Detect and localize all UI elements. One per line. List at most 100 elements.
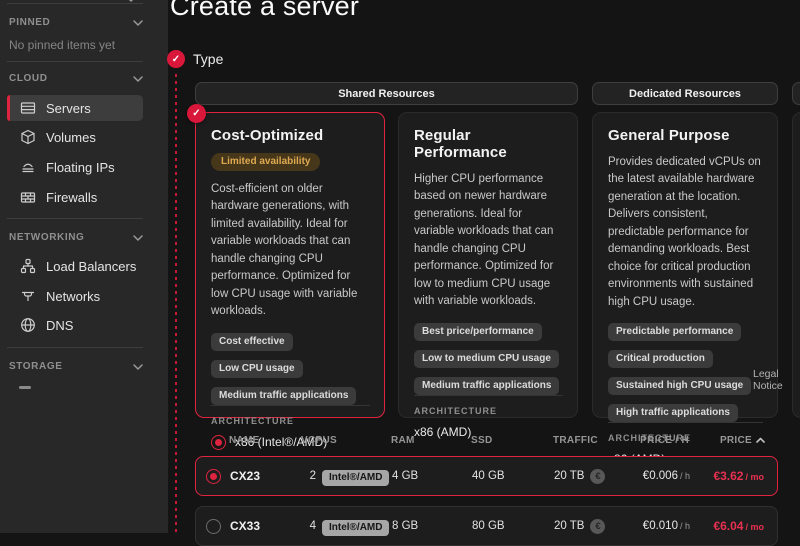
divider (7, 218, 143, 219)
check-icon: ✓ (187, 104, 206, 123)
card-tags: Predictable performance Critical product… (608, 323, 763, 422)
tab-label: Shared Resources (338, 88, 435, 100)
sidebar-section-storage[interactable]: STORAGE (9, 361, 143, 372)
column-header-price-h[interactable]: PRICE / H (623, 435, 695, 446)
tag: High traffic applications (608, 404, 738, 422)
firewall-icon (20, 189, 36, 205)
column-header-name[interactable]: NAME (229, 435, 291, 446)
chevron-down-icon (133, 76, 143, 82)
sidebar-item-label: Volumes (46, 130, 96, 145)
tab-label: Dedicated Resources (629, 88, 741, 100)
plan-row-cx33[interactable]: CX33 4 Intel®/AMD 8 GB 80 GB 20 TB € €0.… (195, 506, 778, 546)
network-icon (20, 288, 36, 304)
tag: Low CPU usage (211, 360, 303, 378)
column-header-price[interactable]: PRICE (695, 435, 778, 446)
plan-ssd: 80 GB (472, 520, 552, 532)
card-title: General Purpose (608, 127, 763, 144)
tag: Critical production (608, 350, 713, 368)
plan-traffic: 20 TB € (552, 519, 624, 534)
sidebar-item-label: Firewalls (46, 190, 97, 205)
price-value: €6.04 (713, 519, 743, 533)
card-tags: Best price/performance Low to medium CPU… (414, 323, 563, 395)
check-icon: ✓ (167, 50, 185, 68)
divider (7, 3, 143, 4)
card-title: Cost-Optimized (211, 127, 370, 144)
legal-notice-link[interactable]: Legal Notice (753, 368, 800, 392)
price-unit: / h (680, 471, 690, 481)
plan-price-hourly: €0.006/ h (624, 470, 696, 482)
section-label: STORAGE (9, 361, 62, 372)
tab-shared-resources[interactable]: Shared Resources (195, 82, 578, 105)
sidebar-item-load-balancers[interactable]: Load Balancers (7, 253, 143, 279)
tag: Medium traffic applications (414, 377, 559, 395)
pinned-empty-text: No pinned items yet (9, 38, 115, 52)
sidebar-item-dns[interactable]: DNS (7, 312, 143, 338)
tag: Cost effective (211, 333, 293, 351)
column-header-ram[interactable]: RAM (391, 435, 471, 446)
price-value: €0.006 (643, 470, 678, 482)
sidebar-item-floating-ips[interactable]: Floating IPs (7, 154, 143, 180)
radio-selected-icon[interactable] (206, 469, 221, 484)
price-value: €0.010 (643, 520, 678, 532)
step-type-check: ✓ (167, 50, 185, 68)
tag: Best price/performance (414, 323, 542, 341)
floating-ip-icon (20, 159, 36, 175)
plan-row-cx23[interactable]: CX23 2 Intel®/AMD 4 GB 40 GB 20 TB € €0.… (195, 456, 778, 496)
euro-circle-icon[interactable]: € (590, 469, 605, 484)
cpu-vendor-badge: Intel®/AMD (322, 520, 389, 536)
tag: Low to medium CPU usage (414, 350, 559, 368)
globe-icon (20, 317, 36, 333)
chevron-down-icon (126, 0, 136, 2)
plan-ram: 4 GB (392, 470, 472, 482)
card-cost-optimized[interactable]: ✓ Cost-Optimized Limited availability Co… (195, 112, 385, 418)
row-radio[interactable] (196, 519, 230, 534)
plan-vcpus: 4 (292, 520, 322, 532)
tag: Predictable performance (608, 323, 741, 341)
column-header-ssd[interactable]: SSD (471, 435, 551, 446)
divider (7, 61, 143, 62)
chevron-down-icon (133, 20, 143, 26)
sidebar-item-networks[interactable]: Networks (7, 283, 143, 309)
sidebar-item-servers[interactable]: Servers (7, 95, 143, 121)
sidebar-item-label: Load Balancers (46, 259, 136, 274)
section-label: PINNED (9, 17, 50, 28)
row-radio[interactable] (196, 469, 230, 484)
price-unit: / mo (745, 472, 764, 482)
architecture-label: ARCHITECTURE (414, 406, 563, 416)
column-header-label: PRICE (720, 435, 752, 446)
sidebar-item-firewalls[interactable]: Firewalls (7, 184, 143, 210)
sidebar-item-volumes[interactable]: Volumes (7, 124, 143, 150)
plan-name: CX33 (230, 519, 292, 533)
column-header-traffic[interactable]: TRAFFIC (551, 435, 623, 446)
euro-circle-icon[interactable]: € (590, 519, 605, 534)
plan-ssd: 40 GB (472, 470, 552, 482)
cpu-vendor-badge: Intel®/AMD (322, 470, 389, 486)
chevron-down-icon (133, 364, 143, 370)
sidebar-item-label: Networks (46, 289, 100, 304)
clipped-item-fragment (19, 386, 31, 389)
tab-dedicated-resources[interactable]: Dedicated Resources (592, 82, 778, 105)
price-unit: / h (680, 521, 690, 531)
load-balancer-icon (20, 258, 36, 274)
radio-unselected-icon[interactable] (206, 519, 221, 534)
divider (7, 347, 143, 348)
tag: Sustained high CPU usage (608, 377, 751, 395)
column-header-vcpus[interactable]: VCPUS (291, 435, 391, 446)
volume-cube-icon (20, 129, 36, 145)
limited-availability-badge: Limited availability (211, 153, 320, 171)
section-label: NETWORKING (9, 232, 84, 243)
server-rack-icon (20, 100, 36, 116)
card-regular-performance[interactable]: Regular Performance Higher CPU performan… (398, 112, 578, 418)
plan-price-monthly: €3.62/ mo (696, 469, 777, 483)
card-description: Higher CPU performance based on newer ha… (414, 171, 563, 311)
sidebar-section-pinned[interactable]: PINNED (9, 17, 143, 28)
traffic-value: 20 TB (554, 520, 584, 532)
clipped-tab-fragment[interactable] (792, 82, 800, 105)
card-title: Regular Performance (414, 127, 563, 161)
card-general-purpose[interactable]: General Purpose Provides dedicated vCPUs… (592, 112, 778, 418)
sidebar-section-cloud[interactable]: CLOUD (9, 73, 143, 84)
sidebar-section-networking[interactable]: NETWORKING (9, 232, 143, 243)
card-tags: Cost effective Low CPU usage Medium traf… (211, 333, 370, 405)
section-label: CLOUD (9, 73, 48, 84)
step-type-label: Type (193, 51, 223, 67)
